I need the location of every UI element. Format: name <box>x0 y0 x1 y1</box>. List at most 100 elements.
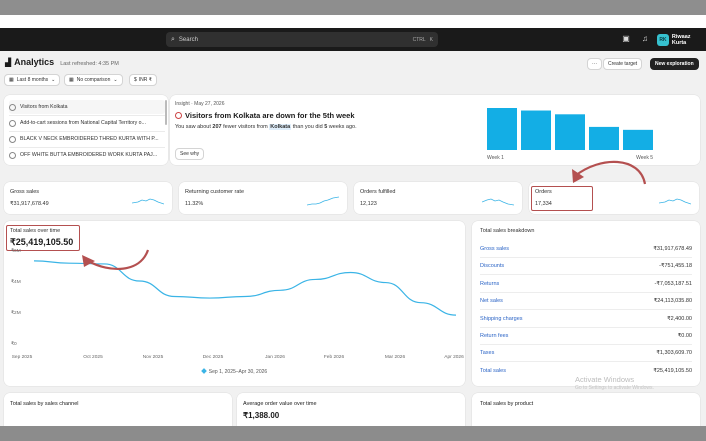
breakdown-label-link[interactable]: Total sales <box>480 368 506 374</box>
session-icon <box>9 103 16 111</box>
y-tick-label: ₹6M <box>11 248 21 254</box>
search-bar[interactable]: ⌕ Search CTRL K <box>166 32 438 47</box>
week-bar <box>589 126 619 150</box>
list-item[interactable]: Visitors from Kolkata <box>9 100 165 114</box>
period-filter-button[interactable]: ▦ Last 8 months ⌄ <box>4 74 61 86</box>
sparkline <box>482 198 514 206</box>
breakdown-label-link[interactable]: Gross sales <box>480 246 509 252</box>
legend-swatch <box>200 368 207 374</box>
scrollbar[interactable] <box>165 100 167 125</box>
chevron-down-icon: ⌄ <box>113 77 118 83</box>
page-title: Analytics <box>14 57 55 67</box>
avatar: RK <box>657 33 669 46</box>
table-row: Net sales ₹24,113,035.80 <box>480 293 692 311</box>
session-icon <box>9 151 16 159</box>
see-why-button[interactable]: See why <box>175 148 205 160</box>
metric-card-orders-fulfilled[interactable]: Orders fulfilled 12,123 <box>354 182 522 214</box>
x-tick-label: Dec 2025 <box>203 354 224 360</box>
analytics-page: ▟ Analytics Last refreshed: 4:35 PM ▦ La… <box>0 51 706 426</box>
metric-card-returning-rate[interactable]: Returning customer rate 11.32% <box>179 182 347 214</box>
bottom-margin <box>0 426 706 441</box>
chart-legend: Sep 1, 2025–Apr 30, 2026 <box>4 368 465 375</box>
week-bar <box>487 108 517 150</box>
sales-breakdown-card: Total sales breakdown Gross sales ₹31,917… <box>472 221 700 386</box>
currency-filter-button[interactable]: $ INR ₹ <box>129 74 157 86</box>
tick-label: Week 5 <box>636 155 653 161</box>
calendar-icon: ▦ <box>69 77 74 83</box>
metric-card-gross-sales[interactable]: Gross sales ₹31,917,678.49 <box>4 182 172 214</box>
breakdown-label-link[interactable]: Return fees <box>480 333 508 339</box>
list-item[interactable]: BLACK V NECK EMBROIDERED THRED KURTA WIT… <box>9 132 165 146</box>
x-tick-label: Sep 2025 <box>12 354 33 360</box>
create-target-button[interactable]: Create target <box>603 58 643 70</box>
x-tick-label: Mar 2026 <box>385 354 406 360</box>
x-tick-label: Jan 2026 <box>265 354 285 360</box>
x-tick-label: Apr 2026 <box>444 354 464 360</box>
sales-by-product-card: Total sales by product <box>472 393 700 426</box>
metric-value: 11.32% <box>185 201 204 207</box>
breakdown-label-link[interactable]: Taxes <box>480 350 494 356</box>
calendar-icon: ▦ <box>9 77 14 83</box>
metric-card-orders[interactable]: Orders 17,334 <box>529 182 699 214</box>
x-tick-label: Feb 2026 <box>324 354 345 360</box>
breakdown-value: ₹25,419,105.50 <box>653 368 692 375</box>
list-item[interactable]: OFF WHITE BUTTA EMBROIDERED WORK KURTA P… <box>9 148 165 162</box>
windows-watermark: Activate Windows Go to Settings to activ… <box>575 375 654 391</box>
chevron-down-icon: ⌄ <box>51 77 56 83</box>
aov-value: ₹1,388.00 <box>243 411 280 420</box>
white-band <box>0 15 706 28</box>
breakdown-title: Total sales breakdown <box>480 228 535 234</box>
y-tick-label: ₹2M <box>11 310 21 316</box>
aov-card: Average order value over time ₹1,388.00 <box>237 393 465 426</box>
new-exploration-button[interactable]: New exploration <box>650 58 699 70</box>
insight-headline: Visitors from Kolkata are down for the 5… <box>175 111 355 120</box>
week-bar <box>555 114 585 150</box>
bell-icon[interactable]: ♫ <box>640 34 650 44</box>
session-icon <box>9 135 16 143</box>
week-bar <box>521 110 551 150</box>
breakdown-label-link[interactable]: Shipping charges <box>480 316 523 322</box>
highlight-annotation <box>531 186 593 211</box>
sparkline <box>659 198 691 205</box>
table-row: Gross sales ₹31,917,678.49 <box>480 241 692 258</box>
store-name: Riwaaz Kurta <box>671 33 691 46</box>
x-tick-label: Oct 2025 <box>83 354 103 360</box>
search-placeholder: Search <box>178 36 198 43</box>
insight-card: Insight · May 27, 2026 Visitors from Kol… <box>170 95 700 165</box>
breakdown-label-link[interactable]: Net sales <box>480 298 503 304</box>
breakdown-value: -₹751,455.18 <box>659 263 692 270</box>
week-bar <box>623 129 653 150</box>
breakdown-label-link[interactable]: Discounts <box>480 263 504 269</box>
breakdown-value: ₹31,917,678.49 <box>653 246 692 252</box>
sparkline <box>307 196 339 206</box>
currency-icon: $ <box>134 77 137 83</box>
table-row: Taxes ₹1,303,609.70 <box>480 345 692 363</box>
metric-value: ₹31,917,678.49 <box>10 201 49 207</box>
breakdown-value: ₹24,113,035.80 <box>653 298 692 305</box>
arrow-to-orders <box>574 160 647 185</box>
session-icon <box>9 119 16 127</box>
weekly-visitors-chart: Week 1 Week 5 <box>487 108 653 161</box>
table-row: Shipping charges ₹2,400.00 <box>480 311 692 328</box>
card-title: Total sales by sales channel <box>10 401 79 407</box>
analytics-icon: ▟ <box>5 58 12 67</box>
insight-text: You saw about 207 fewer visitors from Ko… <box>175 124 357 130</box>
breakdown-value: ₹0.00 <box>677 333 692 339</box>
y-tick-label: ₹0 <box>11 341 17 347</box>
breakdown-value: -₹7,053,187.51 <box>654 280 692 287</box>
top-bar: ⌕ Search CTRL K ▣ ♫ RK Riwaaz Kurta <box>0 28 706 51</box>
x-tick-label: Nov 2025 <box>143 354 164 360</box>
table-row: Discounts -₹751,455.18 <box>480 258 692 276</box>
tick-label: Week 1 <box>487 155 504 161</box>
breakdown-label-link[interactable]: Returns <box>480 281 499 287</box>
breakdown-value: ₹2,400.00 <box>667 315 692 322</box>
store-icon[interactable]: ▣ <box>621 34 631 44</box>
store-menu[interactable]: RK Riwaaz Kurta <box>657 33 706 46</box>
comparison-filter-button[interactable]: ▦ No comparison ⌄ <box>64 74 123 86</box>
list-item[interactable]: Add-to-cart sessions from National Capit… <box>9 116 165 130</box>
more-actions-button[interactable]: ··· <box>587 58 602 70</box>
sales-by-channel-card: Total sales by sales channel <box>4 393 232 426</box>
sparkline <box>132 198 164 205</box>
metric-label: Returning customer rate <box>185 189 244 195</box>
series-line <box>33 260 457 316</box>
